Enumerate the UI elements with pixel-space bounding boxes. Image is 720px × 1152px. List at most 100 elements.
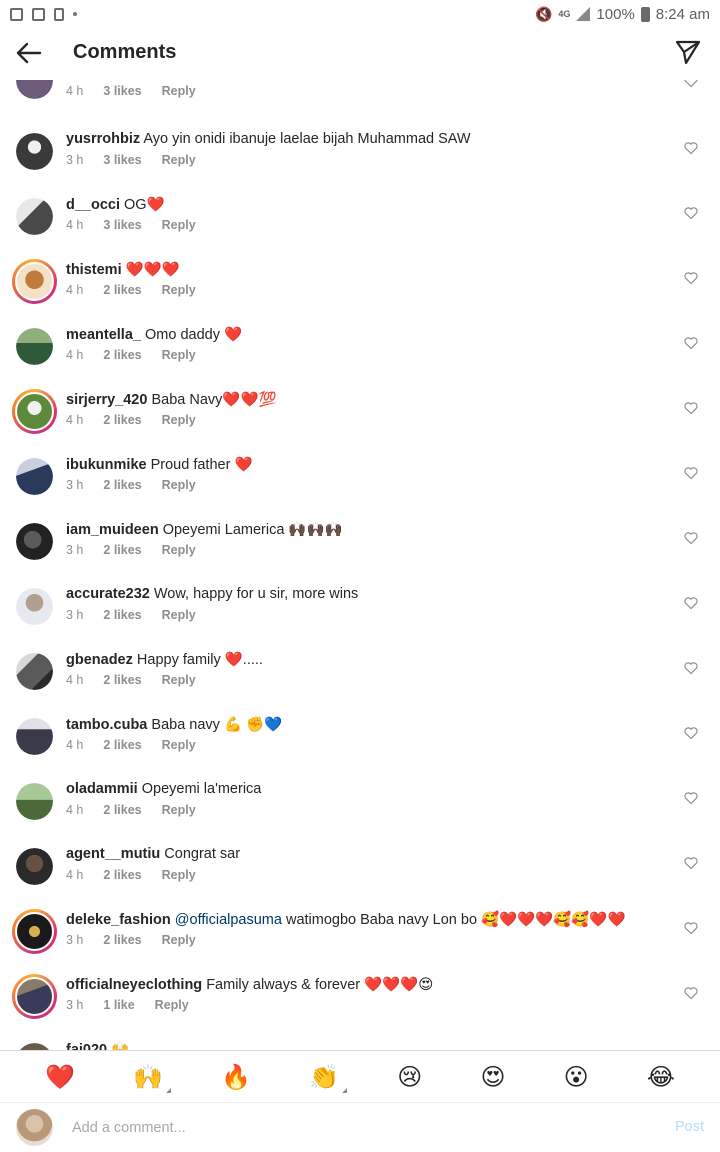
avatar[interactable] bbox=[16, 848, 53, 885]
avatar[interactable] bbox=[16, 328, 53, 365]
comment-likes[interactable]: 3 likes bbox=[103, 84, 141, 98]
comment-likes[interactable]: 2 likes bbox=[103, 413, 141, 427]
comment-body: watimogbo Baba navy Lon bo 🥰❤️❤️❤️🥰🥰❤️❤️ bbox=[281, 912, 626, 928]
comment-time: 4 h bbox=[66, 413, 84, 427]
comment-likes[interactable]: 2 likes bbox=[103, 803, 141, 817]
like-heart-icon[interactable] bbox=[684, 661, 698, 675]
post-button[interactable]: Post bbox=[675, 1119, 704, 1135]
avatar-image bbox=[16, 198, 53, 235]
back-arrow-icon[interactable] bbox=[14, 38, 44, 68]
emoji-fire[interactable]: 🔥 bbox=[221, 1063, 251, 1091]
comment-username[interactable]: ibukunmike bbox=[66, 457, 147, 473]
reply-button[interactable]: Reply bbox=[162, 738, 196, 752]
like-heart-icon[interactable] bbox=[684, 401, 698, 415]
avatar[interactable] bbox=[12, 389, 57, 434]
avatar[interactable] bbox=[16, 458, 53, 495]
reply-button[interactable]: Reply bbox=[162, 673, 196, 687]
avatar[interactable] bbox=[16, 80, 53, 99]
comment-username[interactable]: d__occi bbox=[66, 197, 120, 213]
direct-message-icon[interactable] bbox=[674, 38, 702, 66]
comment-time: 4 h bbox=[66, 283, 84, 297]
reply-button[interactable]: Reply bbox=[162, 84, 196, 98]
comment-username[interactable]: meantella_ bbox=[66, 327, 141, 343]
reply-button[interactable]: Reply bbox=[162, 608, 196, 622]
comment-username[interactable]: sirjerry_420 bbox=[66, 392, 147, 408]
comment-likes[interactable]: 2 likes bbox=[103, 738, 141, 752]
comment-likes[interactable]: 2 likes bbox=[103, 868, 141, 882]
avatar[interactable] bbox=[16, 1043, 53, 1050]
like-heart-icon[interactable] bbox=[684, 206, 698, 220]
emoji-raised-hands[interactable]: 🙌 bbox=[133, 1063, 171, 1093]
emoji-crying[interactable]: 😢 bbox=[397, 1063, 422, 1091]
comment-input[interactable] bbox=[72, 1117, 632, 1139]
reply-button[interactable]: Reply bbox=[155, 998, 189, 1012]
more-notifications-icon bbox=[73, 12, 77, 16]
comment-username[interactable]: deleke_fashion bbox=[66, 912, 171, 928]
comment-item: d__occi OG❤️ 4 h 3 likes Reply bbox=[0, 196, 720, 261]
like-heart-icon[interactable] bbox=[684, 466, 698, 480]
like-heart-icon[interactable] bbox=[684, 271, 698, 285]
comment-username[interactable]: yusrrohbiz bbox=[66, 131, 140, 147]
comments-list[interactable]: 4 h 3 likes Reply yusrrohbiz Ayo yin oni… bbox=[0, 80, 720, 1050]
comment-likes[interactable]: 2 likes bbox=[103, 673, 141, 687]
emoji-clap[interactable]: 👏 bbox=[309, 1063, 347, 1093]
avatar[interactable] bbox=[16, 523, 53, 560]
avatar[interactable] bbox=[12, 259, 57, 304]
avatar[interactable] bbox=[16, 588, 53, 625]
comment-likes[interactable]: 3 likes bbox=[103, 218, 141, 232]
emoji-laughing[interactable]: 😂 bbox=[647, 1063, 675, 1091]
comment-username[interactable]: gbenadez bbox=[66, 652, 133, 668]
reply-button[interactable]: Reply bbox=[162, 153, 196, 167]
like-heart-icon[interactable] bbox=[684, 596, 698, 610]
avatar[interactable] bbox=[16, 133, 53, 170]
reply-button[interactable]: Reply bbox=[162, 413, 196, 427]
comment-likes[interactable]: 2 likes bbox=[103, 283, 141, 297]
comment-likes[interactable]: 2 likes bbox=[103, 478, 141, 492]
comment-username[interactable]: fai020 bbox=[66, 1042, 107, 1050]
comment-likes[interactable]: 2 likes bbox=[103, 608, 141, 622]
avatar[interactable] bbox=[16, 653, 53, 690]
emoji-heart[interactable]: ❤️ bbox=[45, 1063, 75, 1091]
comment-username[interactable]: officialneyeclothing bbox=[66, 977, 202, 993]
comment-likes[interactable]: 2 likes bbox=[103, 348, 141, 362]
comment-time: 3 h bbox=[66, 478, 84, 492]
avatar[interactable] bbox=[12, 974, 57, 1019]
emoji-heart-eyes[interactable]: 😍 bbox=[480, 1063, 505, 1091]
avatar[interactable] bbox=[16, 783, 53, 820]
comment-mention[interactable]: @officialpasuma bbox=[175, 912, 282, 928]
like-heart-icon[interactable] bbox=[684, 856, 698, 870]
comment-username[interactable]: accurate232 bbox=[66, 586, 150, 602]
comment-likes[interactable]: 2 likes bbox=[103, 543, 141, 557]
comment-username[interactable]: thistemi bbox=[66, 262, 122, 278]
avatar[interactable] bbox=[16, 198, 53, 235]
avatar[interactable] bbox=[12, 909, 57, 954]
like-heart-icon[interactable] bbox=[684, 921, 698, 935]
reply-button[interactable]: Reply bbox=[162, 348, 196, 362]
comment-item: yusrrohbiz Ayo yin onidi ibanuje laelae … bbox=[0, 131, 720, 196]
reply-button[interactable]: Reply bbox=[162, 868, 196, 882]
like-heart-icon[interactable] bbox=[684, 141, 698, 155]
like-heart-icon[interactable] bbox=[684, 986, 698, 1000]
comment-username[interactable]: iam_muideen bbox=[66, 522, 159, 538]
comment-body: Opeyemi Lamerica 🙌🏿🙌🏿🙌🏿 bbox=[162, 522, 343, 538]
comment-likes[interactable]: 2 likes bbox=[103, 933, 141, 947]
reply-button[interactable]: Reply bbox=[162, 283, 196, 297]
emoji-surprised[interactable]: 😮 bbox=[564, 1063, 589, 1091]
comment-username[interactable]: agent__mutiu bbox=[66, 846, 160, 862]
comment-likes[interactable]: 3 likes bbox=[103, 153, 141, 167]
avatar[interactable] bbox=[16, 718, 53, 755]
like-heart-icon[interactable] bbox=[684, 531, 698, 545]
reply-button[interactable]: Reply bbox=[162, 218, 196, 232]
reply-button[interactable]: Reply bbox=[162, 803, 196, 817]
reply-button[interactable]: Reply bbox=[162, 543, 196, 557]
comment-likes[interactable]: 1 like bbox=[103, 998, 134, 1012]
comment-username[interactable]: oladammii bbox=[66, 781, 138, 797]
comment-username[interactable]: tambo.cuba bbox=[66, 717, 147, 733]
like-heart-icon[interactable] bbox=[684, 726, 698, 740]
like-heart-icon[interactable] bbox=[684, 791, 698, 805]
reply-button[interactable]: Reply bbox=[162, 933, 196, 947]
reply-button[interactable]: Reply bbox=[162, 478, 196, 492]
like-heart-icon[interactable] bbox=[684, 80, 698, 88]
comment-body: Omo daddy ❤️ bbox=[145, 327, 243, 343]
like-heart-icon[interactable] bbox=[684, 336, 698, 350]
